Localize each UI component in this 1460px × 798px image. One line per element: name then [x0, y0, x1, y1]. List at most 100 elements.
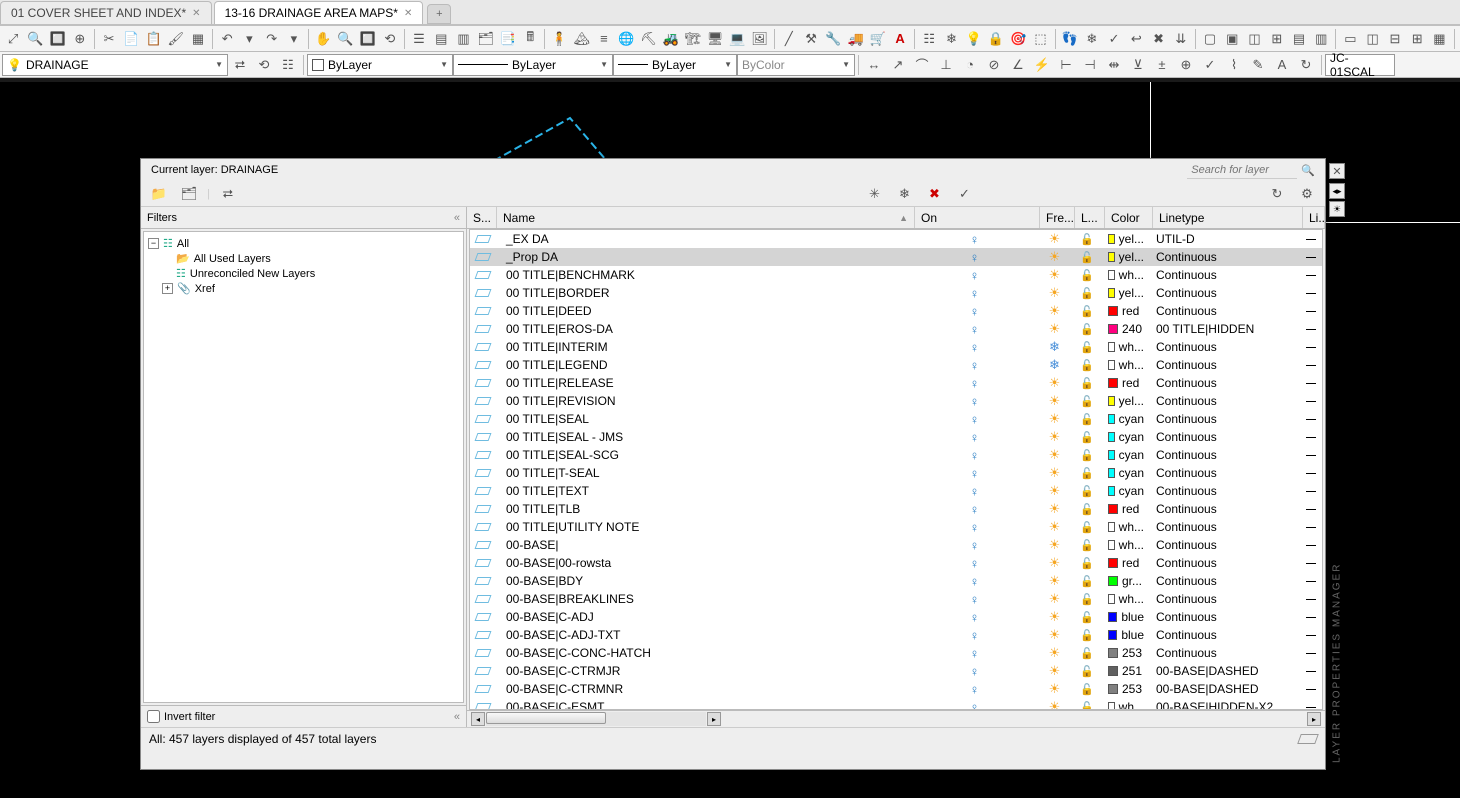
bulb-icon[interactable]: ♀ [970, 538, 980, 553]
unlock-icon[interactable]: 🔓 [1080, 593, 1094, 606]
tab-drainage-maps[interactable]: 13-16 DRAINAGE AREA MAPS* ✕ [214, 1, 424, 24]
search-icon[interactable]: 🔍 [1301, 164, 1315, 177]
layer-linetype-cell[interactable]: Continuous [1150, 376, 1300, 390]
dim-angular-icon[interactable]: ∠ [1007, 54, 1029, 76]
tool-palettes-icon[interactable]: 🗂 [476, 28, 496, 50]
bulb-icon[interactable]: ♀ [970, 502, 980, 517]
vp3-icon[interactable]: ◫ [1244, 28, 1264, 50]
bulb-icon[interactable]: ♀ [970, 610, 980, 625]
jog-icon[interactable]: ⌇ [1223, 54, 1245, 76]
sun-icon[interactable]: ☀ [1049, 429, 1061, 445]
bulb-icon[interactable]: ♀ [970, 664, 980, 679]
sun-icon[interactable]: ☀ [1049, 627, 1061, 643]
layer-color-cell[interactable]: blue [1102, 628, 1150, 642]
unlock-icon[interactable]: 🔓 [1080, 467, 1094, 480]
truck-icon[interactable]: 🚚 [845, 28, 865, 50]
annotation-a-icon[interactable]: A [890, 28, 910, 50]
layer-lineweight-cell[interactable] [1300, 617, 1322, 618]
bulb-icon[interactable]: ♀ [970, 646, 980, 661]
snowflake-icon[interactable]: ❄ [1049, 339, 1060, 355]
inspect-icon[interactable]: ✓ [1199, 54, 1221, 76]
layer-lineweight-cell[interactable] [1300, 545, 1322, 546]
layer-prev-icon[interactable]: ↩ [1126, 28, 1146, 50]
monitor-icon[interactable]: 🖥 [705, 28, 725, 50]
sun-icon[interactable]: ☀ [1049, 321, 1061, 337]
filter-xref[interactable]: + 📎 Xref [148, 281, 459, 296]
bulb-icon[interactable]: ♀ [970, 322, 980, 337]
dim-continue-icon[interactable]: ⊣ [1079, 54, 1101, 76]
vp5-icon[interactable]: ▤ [1289, 28, 1309, 50]
layer-row[interactable]: 00 TITLE|TEXT♀☀🔓cyanContinuous [470, 482, 1322, 500]
layer-color-cell[interactable]: gr... [1102, 574, 1150, 588]
unlock-icon[interactable]: 🔓 [1080, 233, 1094, 246]
layer-row[interactable]: 00 TITLE|INTERIM♀❄🔓wh...Continuous [470, 338, 1322, 356]
unlock-icon[interactable]: 🔓 [1080, 557, 1094, 570]
new-layer-icon[interactable]: ✳ [863, 183, 885, 205]
tree-expand-icon[interactable]: + [162, 283, 173, 294]
layer-linetype-cell[interactable]: Continuous [1150, 610, 1300, 624]
layer-linetype-cell[interactable]: UTIL-D [1150, 232, 1300, 246]
layer-row[interactable]: 00 TITLE|UTILITY NOTE♀☀🔓wh...Continuous [470, 518, 1322, 536]
collapse-filter2-icon[interactable]: « [454, 711, 460, 723]
bulb-icon[interactable]: ♀ [970, 286, 980, 301]
dim-break-icon[interactable]: ⊻ [1127, 54, 1149, 76]
layer-states-icon[interactable]: ⮂ [229, 54, 251, 76]
sun-icon[interactable]: ☀ [1049, 303, 1061, 319]
sun-icon[interactable]: ☀ [1049, 267, 1061, 283]
vp2-icon[interactable]: ▣ [1222, 28, 1242, 50]
unlock-icon[interactable]: 🔓 [1080, 611, 1094, 624]
bulb-icon[interactable]: ♀ [970, 592, 980, 607]
layer-lineweight-cell[interactable] [1300, 491, 1322, 492]
col-color[interactable]: Color [1105, 207, 1153, 228]
cut-icon[interactable]: ✂ [99, 28, 119, 50]
layer-color-cell[interactable]: yel... [1102, 394, 1150, 408]
pan-icon[interactable]: ⊕ [70, 28, 90, 50]
scroll-left-button[interactable]: ◂ [471, 712, 485, 726]
unlock-icon[interactable]: 🔓 [1080, 251, 1094, 264]
layer-lineweight-cell[interactable] [1300, 689, 1322, 690]
unlock-icon[interactable]: 🔓 [1080, 449, 1094, 462]
unlock-icon[interactable]: 🔓 [1080, 305, 1094, 318]
layer-linetype-cell[interactable]: Continuous [1150, 646, 1300, 660]
scale-dropdown[interactable]: JC-01SCAL [1325, 54, 1395, 76]
layer-linetype-cell[interactable]: 00-BASE|DASHED [1150, 664, 1300, 678]
unlock-icon[interactable]: 🔓 [1080, 485, 1094, 498]
filter-unreconciled[interactable]: ☷ Unreconciled New Layers [148, 266, 459, 281]
layout3-icon[interactable]: ⊟ [1385, 28, 1405, 50]
layer-color-cell[interactable]: cyan [1102, 466, 1150, 480]
vp4-icon[interactable]: ⊞ [1267, 28, 1287, 50]
layer-color-cell[interactable]: yel... [1102, 250, 1150, 264]
dim-diameter-icon[interactable]: ⊘ [983, 54, 1005, 76]
layer-linetype-cell[interactable]: Continuous [1150, 358, 1300, 372]
layer-linetype-cell[interactable]: 00-BASE|HIDDEN-X2 [1150, 700, 1300, 710]
bulb-icon[interactable]: ♀ [970, 430, 980, 445]
unlock-icon[interactable]: 🔓 [1080, 665, 1094, 678]
sun-icon[interactable]: ☀ [1049, 411, 1061, 427]
sun-icon[interactable]: ☀ [1049, 681, 1061, 697]
layer-row[interactable]: _Prop DA♀☀🔓yel...Continuous [470, 248, 1322, 266]
sun-icon[interactable]: ☀ [1049, 501, 1061, 517]
layer-row[interactable]: 00-BASE|C-CTRMNR♀☀🔓25300-BASE|DASHED [470, 680, 1322, 698]
dim-quick-icon[interactable]: ⚡ [1031, 54, 1053, 76]
col-status[interactable]: S... [467, 207, 497, 228]
layer-row[interactable]: 00 TITLE|DEED♀☀🔓redContinuous [470, 302, 1322, 320]
layer-row[interactable]: _EX DA♀☀🔓yel...UTIL-D [470, 230, 1322, 248]
layer-row[interactable]: 00 TITLE|SEAL♀☀🔓cyanContinuous [470, 410, 1322, 428]
color-dropdown[interactable]: ByLayer ▼ [307, 54, 453, 76]
bulb-icon[interactable]: ♀ [970, 520, 980, 535]
unlock-icon[interactable]: 🔓 [1080, 377, 1094, 390]
layer-lineweight-cell[interactable] [1300, 383, 1322, 384]
layer-row[interactable]: 00-BASE|C-CONC-HATCH♀☀🔓253Continuous [470, 644, 1322, 662]
layer-color-cell[interactable]: cyan [1102, 430, 1150, 444]
bulb-icon[interactable]: ♀ [970, 268, 980, 283]
layer-row[interactable]: 00-BASE|BDY♀☀🔓gr...Continuous [470, 572, 1322, 590]
layer-row[interactable]: 00 TITLE|REVISION♀☀🔓yel...Continuous [470, 392, 1322, 410]
unlock-icon[interactable]: 🔓 [1080, 341, 1094, 354]
layer-row[interactable]: 00-BASE|C-CTRMJR♀☀🔓25100-BASE|DASHED [470, 662, 1322, 680]
globe-icon[interactable]: 🌐 [616, 28, 636, 50]
layer-color-cell[interactable]: 240 [1102, 322, 1150, 336]
unlock-icon[interactable]: 🔓 [1080, 395, 1094, 408]
dim-update-icon[interactable]: ↻ [1295, 54, 1317, 76]
tools-icon[interactable]: ⚒ [801, 28, 821, 50]
bulb-icon[interactable]: ♀ [970, 574, 980, 589]
